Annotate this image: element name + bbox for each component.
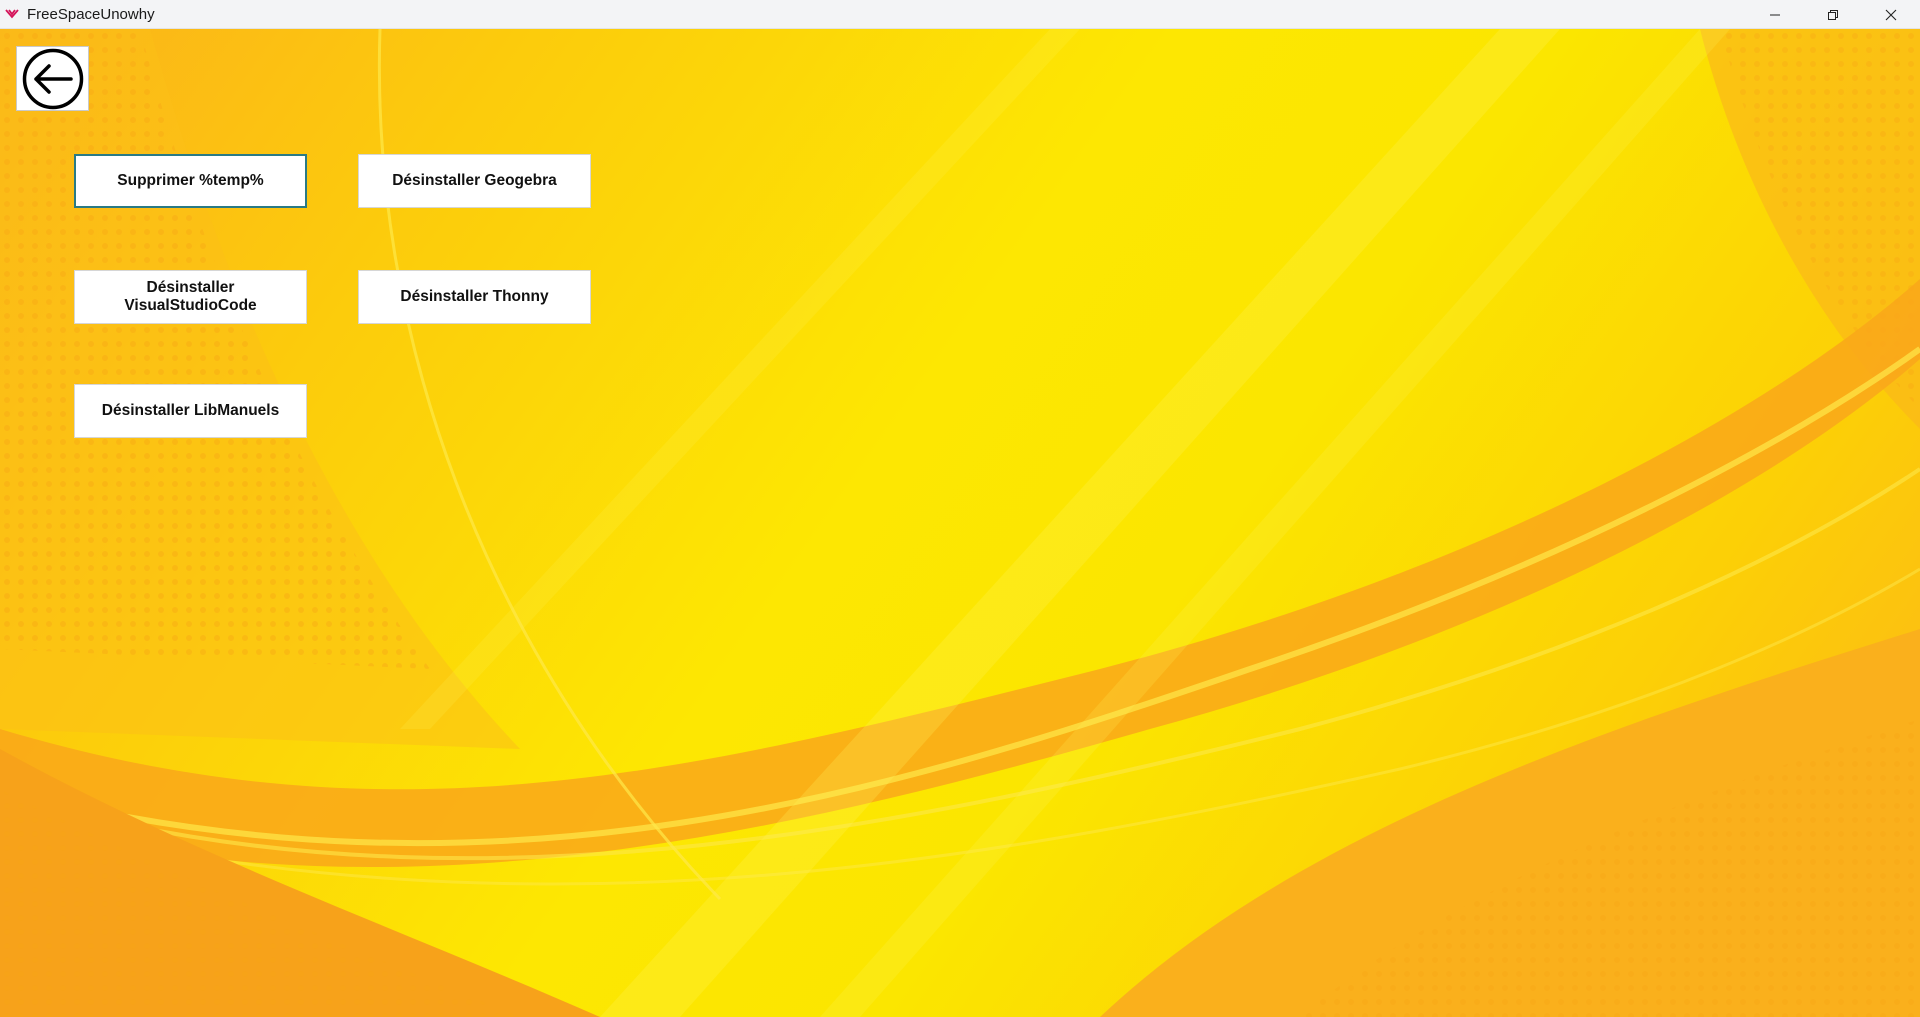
window-controls xyxy=(1746,0,1920,29)
restore-icon xyxy=(1828,9,1838,20)
back-button[interactable] xyxy=(16,46,89,111)
title-bar: FreeSpaceUnowhy xyxy=(0,0,1920,29)
delete-temp-button[interactable]: Supprimer %temp% xyxy=(74,154,307,208)
main-panel: Supprimer %temp% Désinstaller Geogebra D… xyxy=(0,29,1920,1017)
minimize-button[interactable] xyxy=(1746,0,1804,29)
close-button[interactable] xyxy=(1862,0,1920,29)
restore-button[interactable] xyxy=(1804,0,1862,29)
app-logo-icon xyxy=(4,6,20,22)
minimize-icon xyxy=(1770,14,1780,15)
close-icon xyxy=(1885,9,1897,20)
uninstall-geogebra-button[interactable]: Désinstaller Geogebra xyxy=(358,154,591,208)
uninstall-vscode-button[interactable]: Désinstaller VisualStudioCode xyxy=(74,270,307,324)
arrow-left-circle-icon xyxy=(22,48,83,109)
uninstall-libmanuels-button[interactable]: Désinstaller LibManuels xyxy=(74,384,307,438)
uninstall-thonny-button[interactable]: Désinstaller Thonny xyxy=(358,270,591,324)
window-title: FreeSpaceUnowhy xyxy=(27,5,155,23)
